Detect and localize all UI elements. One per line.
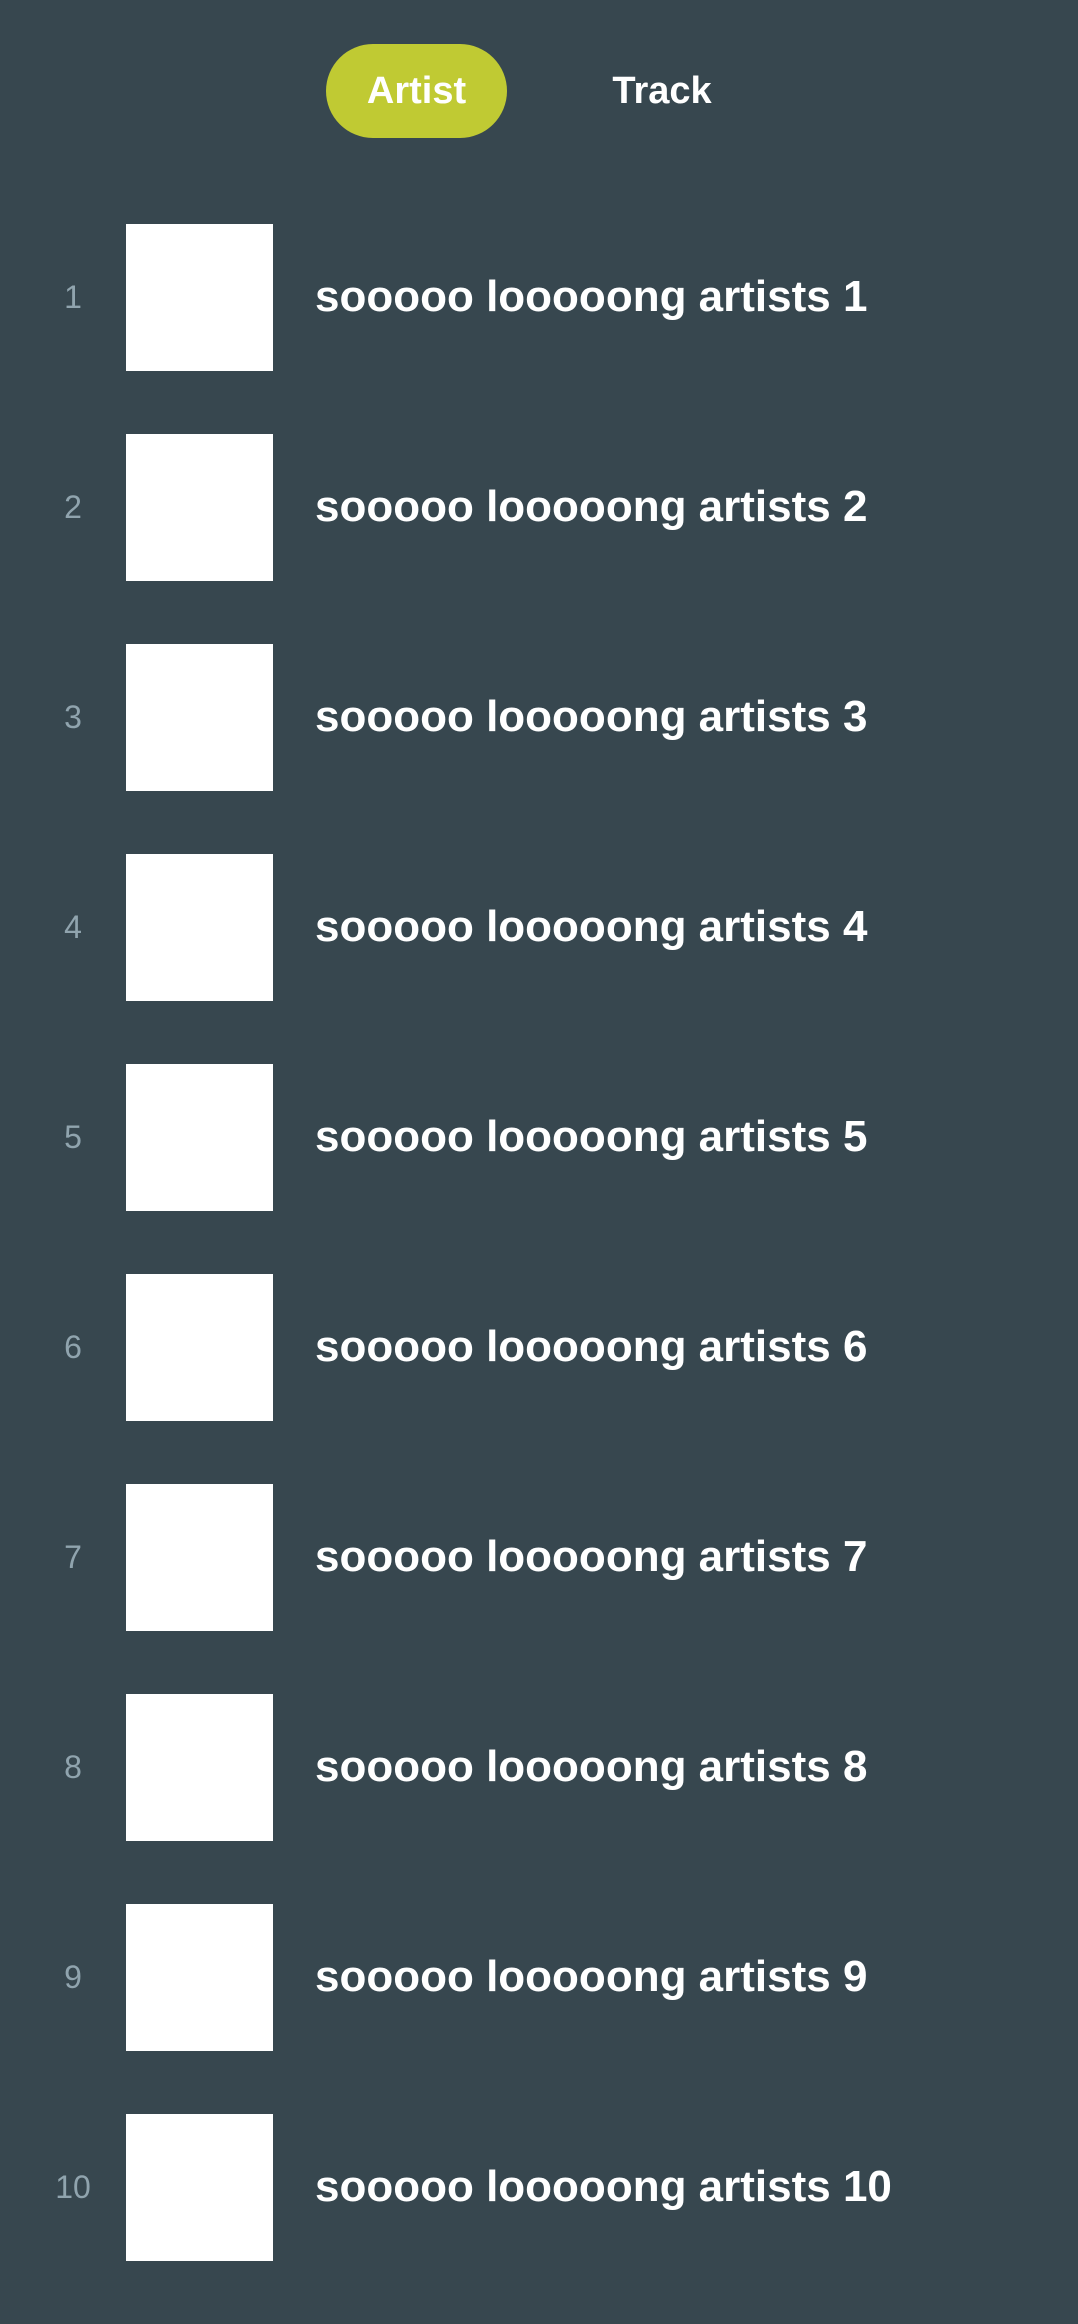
artist-thumbnail [126,1484,273,1631]
rank-number: 4 [64,909,82,945]
artist-name: sooooo looooong artists 1 [315,272,868,321]
artist-thumbnail [126,1694,273,1841]
rank-number: 10 [55,2169,91,2205]
artist-thumbnail [126,854,273,1001]
artist-ranking-list: 1 sooooo looooong artists 1 2 sooooo loo… [0,224,1078,2324]
artist-thumbnail [126,1904,273,2051]
tab-track[interactable]: Track [582,44,742,138]
list-item[interactable]: 1 sooooo looooong artists 1 [0,224,1078,434]
artist-thumbnail [126,2114,273,2261]
list-item[interactable]: 2 sooooo looooong artists 2 [0,434,1078,644]
artist-name: sooooo looooong artists 3 [315,692,868,741]
rank-number: 9 [64,1959,82,1995]
tab-bar: Artist Track [0,0,1078,186]
artist-name: sooooo looooong artists 5 [315,1112,868,1161]
tab-artist[interactable]: Artist [326,44,507,138]
artist-thumbnail [126,224,273,371]
list-item[interactable]: 7 sooooo looooong artists 7 [0,1484,1078,1694]
artist-name: sooooo looooong artists 6 [315,1322,868,1371]
rank-number: 1 [64,279,82,315]
list-item[interactable]: 4 sooooo looooong artists 4 [0,854,1078,1064]
artist-name: sooooo looooong artists 7 [315,1532,868,1581]
artist-name: sooooo looooong artists 8 [315,1742,868,1791]
rank-number: 3 [64,699,82,735]
list-item[interactable]: 5 sooooo looooong artists 5 [0,1064,1078,1274]
artist-name: sooooo looooong artists 2 [315,482,868,531]
list-item[interactable]: 3 sooooo looooong artists 3 [0,644,1078,854]
rank-number: 8 [64,1749,82,1785]
artist-name: sooooo looooong artists 9 [315,1952,868,2001]
artist-thumbnail [126,434,273,581]
artist-thumbnail [126,644,273,791]
list-item[interactable]: 10 sooooo looooong artists 10 [0,2114,1078,2324]
rank-number: 6 [64,1329,82,1365]
artist-name: sooooo looooong artists 10 [315,2162,892,2211]
artist-thumbnail [126,1064,273,1211]
rank-number: 7 [64,1539,82,1575]
list-item[interactable]: 8 sooooo looooong artists 8 [0,1694,1078,1904]
list-item[interactable]: 9 sooooo looooong artists 9 [0,1904,1078,2114]
rank-number: 5 [64,1119,82,1155]
artist-thumbnail [126,1274,273,1421]
rank-number: 2 [64,489,82,525]
artist-name: sooooo looooong artists 4 [315,902,868,951]
list-item[interactable]: 6 sooooo looooong artists 6 [0,1274,1078,1484]
